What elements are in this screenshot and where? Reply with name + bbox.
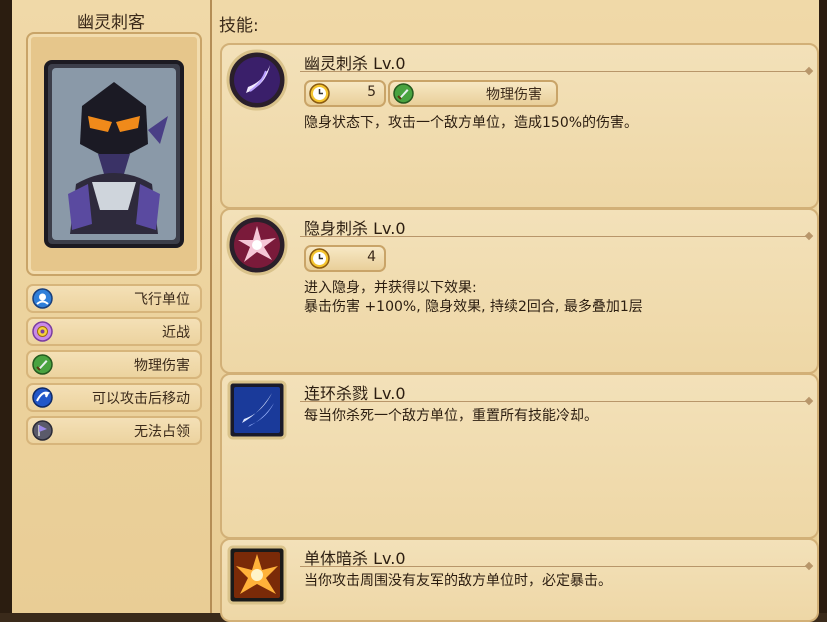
trait-cannot-capture[interactable]: 无法占领 (26, 416, 202, 445)
clock-icon (309, 83, 330, 104)
cooldown-tag: 4 (304, 245, 386, 272)
trait-flying-unit[interactable]: 飞行单位 (26, 284, 202, 313)
skill-description: 进入隐身，并获得以下效果: 暴击伤害 +100%, 隐身效果, 持续2回合, 最… (304, 280, 643, 315)
trait-label: 可以攻击后移动 (92, 391, 190, 407)
hero-name: 幽灵刺客 (77, 13, 145, 33)
ghost-slash-skill-icon (226, 49, 288, 111)
clock-icon (309, 248, 330, 269)
window-edge-right (819, 0, 827, 613)
melee-icon (32, 321, 53, 342)
move-after-attack-icon (32, 387, 53, 408)
critical-strike-skill-icon (227, 545, 287, 605)
flag-icon (32, 420, 53, 441)
cooldown-value: 4 (367, 249, 376, 265)
sword-icon (32, 354, 53, 375)
trait-label: 无法占领 (134, 424, 190, 440)
skill-card-chain-kill[interactable]: 连环杀戮 Lv.0 每当你杀死一个敌方单位，重置所有技能冷却。 (220, 373, 819, 539)
skills-heading: 技能: (219, 16, 259, 36)
trait-move-after-attack[interactable]: 可以攻击后移动 (26, 383, 202, 412)
skill-card-ghost-assassination[interactable]: 幽灵刺杀 Lv.0 5 物理伤害 隐身状态下，攻击一个敌方单位，造成150%的伤… (220, 43, 819, 209)
skill-description: 每当你杀死一个敌方单位，重置所有技能冷却。 (304, 408, 598, 424)
cooldown-tag: 5 (304, 80, 386, 107)
damage-type-tag: 物理伤害 (388, 80, 558, 107)
ghost-assassin-portrait-icon (44, 60, 184, 248)
cooldown-value: 5 (367, 84, 376, 100)
skill-card-stealth-assassination[interactable]: 隐身刺杀 Lv.0 4 进入隐身，并获得以下效果: 暴击伤害 +100%, 隐身… (220, 208, 819, 374)
skill-divider (300, 401, 806, 402)
stealth-burst-skill-icon (226, 214, 288, 276)
skill-description: 当你攻击周围没有友军的敌方单位时，必定暴击。 (304, 573, 612, 589)
chain-slash-skill-icon (227, 380, 287, 440)
winged-unit-icon (32, 288, 53, 309)
skill-description: 隐身状态下，攻击一个敌方单位，造成150%的伤害。 (304, 115, 639, 131)
hero-portrait (26, 32, 202, 276)
trait-physical-damage[interactable]: 物理伤害 (26, 350, 202, 379)
window-edge-left (0, 0, 12, 613)
sword-icon (393, 83, 414, 104)
skills-panel: 技能: 幽灵刺杀 Lv.0 5 物理伤害 隐身状态下，攻击一个敌方单位，造成15… (212, 0, 819, 622)
skill-card-single-assassination[interactable]: 单体暗杀 Lv.0 当你攻击周围没有友军的敌方单位时，必定暴击。 (220, 538, 819, 622)
skill-divider (300, 71, 806, 72)
damage-type-label: 物理伤害 (486, 87, 542, 103)
trait-label: 飞行单位 (134, 292, 190, 308)
skill-divider (300, 236, 806, 237)
trait-melee[interactable]: 近战 (26, 317, 202, 346)
hero-info-panel: 幽灵刺客 飞行单位 近战 物理伤害 可以攻击后移动 无法占领 (12, 0, 212, 613)
trait-label: 物理伤害 (134, 358, 190, 374)
skill-divider (300, 566, 806, 567)
trait-label: 近战 (162, 325, 190, 341)
